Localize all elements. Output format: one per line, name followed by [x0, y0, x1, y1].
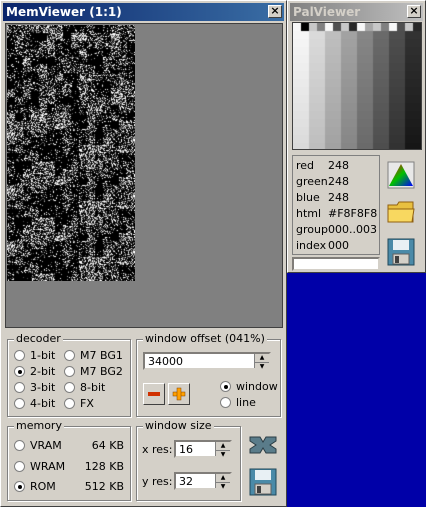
- y-res-spinner[interactable]: ▲ ▼: [215, 474, 230, 490]
- palviewer-titlebar[interactable]: PalViewer ×: [290, 3, 423, 21]
- close-icon[interactable]: ×: [407, 5, 421, 18]
- x-res-label: x res:: [142, 443, 173, 456]
- window-offset-label: window offset (041%): [143, 332, 267, 345]
- memory-wram[interactable]: WRAM: [14, 460, 65, 473]
- decoder-m7bg1[interactable]: M7 BG1: [64, 349, 123, 362]
- offset-mode-line[interactable]: line: [220, 396, 256, 409]
- decoder-label: decoder: [14, 332, 63, 345]
- group-value: 000..003: [328, 223, 377, 236]
- window-size-group: window size x res: 16 ▲ ▼ y res: 32 ▲ ▼: [136, 419, 241, 501]
- decoder-m7bg2[interactable]: M7 BG2: [64, 365, 123, 378]
- y-res-label: y res:: [142, 475, 173, 488]
- offset-mode-window[interactable]: window: [220, 380, 278, 393]
- decoder-fx[interactable]: FX: [64, 397, 94, 410]
- folder-icon[interactable]: [386, 199, 416, 225]
- tile-graphics: [7, 25, 135, 281]
- memory-group: memory VRAM 64 KB WRAM 128 KB ROM 512 KB: [7, 419, 131, 501]
- red-value: 248: [328, 159, 349, 172]
- index-label: index: [296, 239, 327, 252]
- palette-grid[interactable]: [292, 22, 422, 150]
- decoder-2bit[interactable]: 2-bit: [14, 365, 55, 378]
- memory-label: memory: [14, 419, 64, 432]
- palviewer-title: PalViewer: [293, 5, 361, 19]
- memory-rom[interactable]: ROM: [14, 480, 56, 493]
- memory-wram-size: 128 KB: [84, 460, 124, 473]
- memory-rom-size: 512 KB: [84, 480, 124, 493]
- decoder-1bit[interactable]: 1-bit: [14, 349, 55, 362]
- offset-spinner[interactable]: ▲ ▼: [254, 354, 269, 370]
- index-value: 000: [328, 239, 349, 252]
- decoder-group: decoder 1-bit 2-bit 3-bit 4-bit M7 BG1 M…: [7, 332, 131, 417]
- swap-icon[interactable]: [248, 433, 278, 457]
- minus-icon: [148, 392, 160, 396]
- window-size-label: window size: [143, 419, 214, 432]
- save-button[interactable]: [246, 466, 280, 498]
- memory-view[interactable]: [5, 23, 283, 328]
- green-label: green: [296, 175, 328, 188]
- memviewer-titlebar[interactable]: MemViewer (1:1) ×: [3, 3, 284, 21]
- palviewer-window: PalViewer × red 248 green 248 blue 248 h…: [287, 0, 426, 273]
- green-value: 248: [328, 175, 349, 188]
- minus-button[interactable]: [143, 383, 165, 405]
- memviewer-title: MemViewer (1:1): [6, 5, 122, 19]
- palette-swatches: [293, 23, 421, 149]
- html-label: html: [296, 207, 322, 220]
- red-label: red: [296, 159, 315, 172]
- blue-label: blue: [296, 191, 320, 204]
- floppy-disk-icon: [249, 468, 277, 496]
- palette-status-field[interactable]: [292, 257, 380, 271]
- memory-vram-size: 64 KB: [91, 439, 124, 452]
- x-res-spinner[interactable]: ▲ ▼: [215, 442, 230, 458]
- floppy-disk-icon[interactable]: [387, 238, 415, 266]
- color-picker-icon[interactable]: [387, 161, 415, 189]
- memviewer-window: MemViewer (1:1) × decoder 1-bit 2-bit 3-…: [0, 0, 287, 507]
- decoder-4bit[interactable]: 4-bit: [14, 397, 55, 410]
- decoder-3bit[interactable]: 3-bit: [14, 381, 55, 394]
- offset-input[interactable]: 34000 ▲ ▼: [143, 352, 271, 370]
- x-res-input[interactable]: 16 ▲ ▼: [174, 440, 232, 458]
- plus-icon: [172, 387, 186, 401]
- y-res-input[interactable]: 32 ▲ ▼: [174, 472, 232, 490]
- group-label: group: [296, 223, 328, 236]
- memory-vram[interactable]: VRAM: [14, 439, 62, 452]
- blue-value: 248: [328, 191, 349, 204]
- plus-button[interactable]: [168, 383, 190, 405]
- html-value: #F8F8F8: [328, 207, 378, 220]
- decoder-8bit[interactable]: 8-bit: [64, 381, 105, 394]
- color-info-panel: red 248 green 248 blue 248 html #F8F8F8 …: [292, 155, 380, 255]
- close-icon[interactable]: ×: [268, 5, 282, 18]
- window-offset-group: window offset (041%) 34000 ▲ ▼ window lin…: [136, 332, 281, 417]
